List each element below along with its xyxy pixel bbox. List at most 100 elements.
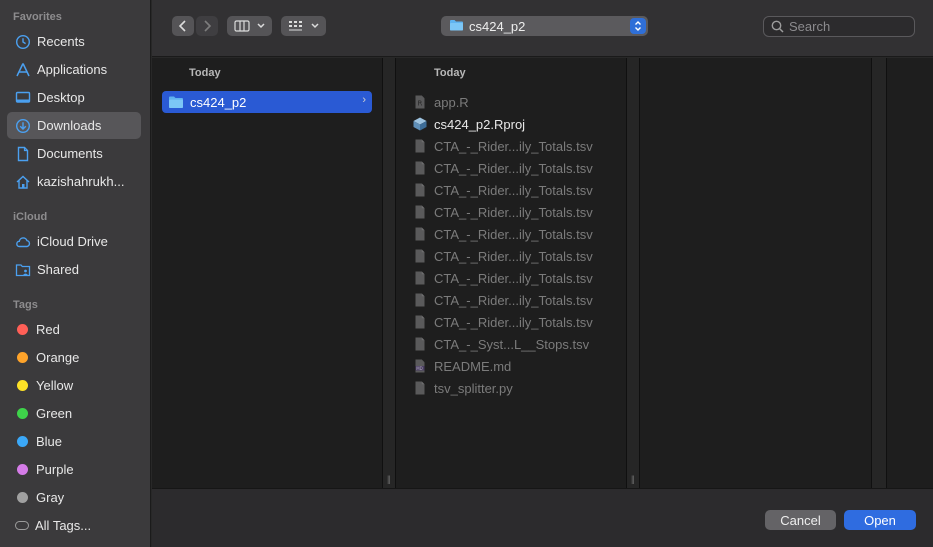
file-row[interactable]: CTA_-_Rider...ily_Totals.tsv <box>412 179 612 201</box>
file-name: cs424_p2 <box>190 94 247 110</box>
file-row[interactable]: cs424_p2.Rproj <box>412 113 612 135</box>
sidebar-item-gray[interactable]: Gray <box>7 484 141 511</box>
file-row[interactable]: CTA_-_Rider...ily_Totals.tsv <box>412 289 612 311</box>
desktop-icon <box>15 90 31 106</box>
tag-color-dot-icon <box>17 436 28 447</box>
chevron-right-icon <box>204 20 212 32</box>
tag-color-dot-icon <box>17 492 28 503</box>
file-row[interactable]: tsv_splitter.py <box>412 377 612 399</box>
search-field[interactable] <box>763 16 915 37</box>
sidebar-item-downloads[interactable]: Downloads <box>7 112 141 139</box>
cloud-icon <box>15 234 31 250</box>
open-file-dialog: Favorites iCloud Tags Recents Application… <box>0 0 933 547</box>
file-name: CTA_-_Rider...ily_Totals.tsv <box>434 138 593 154</box>
column-browser: Today cs424_p2 › || Today Rapp.R cs424_p2.… <box>152 58 933 488</box>
sidebar-item-label: Downloads <box>37 118 102 133</box>
sidebar-item-label: Purple <box>36 462 74 477</box>
sidebar-item-label: Green <box>36 406 73 421</box>
svg-text:R: R <box>418 100 423 108</box>
sidebar-item-green[interactable]: Green <box>7 400 141 427</box>
column-2: Today Rapp.R cs424_p2.Rproj CTA_-_Rider...… <box>396 58 626 488</box>
sidebar-item-documents[interactable]: Documents <box>7 140 141 167</box>
sidebar-item-label: Gray <box>36 490 65 505</box>
file-name: CTA_-_Rider...ily_Totals.tsv <box>434 182 593 198</box>
sidebar-item-recents[interactable]: Recents <box>7 28 141 55</box>
path-popup-label: cs424_p2 <box>469 18 526 34</box>
group-button[interactable] <box>281 16 326 36</box>
chevron-right-icon: › <box>362 94 366 106</box>
sidebar-item-orange[interactable]: Orange <box>7 344 141 371</box>
file-row[interactable]: CTA_-_Rider...ily_Totals.tsv <box>412 201 612 223</box>
file-row[interactable]: CTA_-_Rider...ily_Totals.tsv <box>412 223 612 245</box>
file-row[interactable]: CTA_-_Rider...ily_Totals.tsv <box>412 135 612 157</box>
sidebar: Favorites iCloud Tags Recents Application… <box>0 0 151 547</box>
sidebar-item-label: Documents <box>37 146 103 161</box>
grid-icon <box>288 21 302 31</box>
file-row[interactable]: CTA_-_Rider...ily_Totals.tsv <box>412 157 612 179</box>
view-mode-button[interactable] <box>227 16 272 36</box>
tag-color-dot-icon <box>17 380 28 391</box>
path-popup-button[interactable]: cs424_p2 <box>441 16 648 36</box>
column-resize-handle[interactable]: || <box>626 58 640 488</box>
file-row[interactable]: CTA_-_Rider...ily_Totals.tsv <box>412 245 612 267</box>
bottom-bar: Cancel Open <box>152 488 933 547</box>
tag-color-dot-icon <box>17 324 28 335</box>
sidebar-item-icloud-drive[interactable]: iCloud Drive <box>7 228 141 255</box>
folder-row[interactable]: cs424_p2 › <box>162 91 372 113</box>
toolbar: cs424_p2 <box>152 0 933 57</box>
downloads-icon <box>15 118 31 134</box>
sidebar-item-red[interactable]: Red <box>7 316 141 343</box>
file-icon <box>412 226 428 242</box>
clock-icon <box>15 34 31 50</box>
icloud-section-title: iCloud <box>13 211 48 223</box>
file-icon <box>412 380 428 396</box>
back-button[interactable] <box>172 16 194 36</box>
updown-arrows-icon <box>630 18 646 34</box>
cancel-button[interactable]: Cancel <box>765 510 836 530</box>
file-row[interactable]: CTA_-_Rider...ily_Totals.tsv <box>412 311 612 333</box>
chevron-down-icon <box>256 23 265 29</box>
shared-folder-icon <box>15 262 31 278</box>
file-row[interactable]: CTA_-_Rider...ily_Totals.tsv <box>412 267 612 289</box>
sidebar-item-desktop[interactable]: Desktop <box>7 84 141 111</box>
sidebar-item-label: kazishahrukh... <box>37 174 125 189</box>
folder-icon <box>449 19 464 34</box>
md-file-icon: MD <box>412 358 428 374</box>
sidebar-item-label: Yellow <box>36 378 74 393</box>
file-icon <box>412 204 428 220</box>
chevron-down-icon <box>310 23 319 29</box>
document-icon <box>15 146 31 162</box>
column-resize-handle[interactable]: || <box>382 58 396 488</box>
file-row[interactable]: Rapp.R <box>412 91 612 113</box>
sidebar-item-blue[interactable]: Blue <box>7 428 141 455</box>
sidebar-item-all-tags[interactable]: All Tags... <box>7 512 141 539</box>
open-button[interactable]: Open <box>844 510 916 530</box>
sidebar-item-label: Orange <box>36 350 80 365</box>
file-name: CTA_-_Rider...ily_Totals.tsv <box>434 248 593 264</box>
file-name: CTA_-_Rider...ily_Totals.tsv <box>434 314 593 330</box>
file-name: cs424_p2.Rproj <box>434 116 526 132</box>
sidebar-item-applications[interactable]: Applications <box>7 56 141 83</box>
chevron-left-icon <box>178 20 186 32</box>
tags-section-title: Tags <box>13 299 38 311</box>
column-resize-handle[interactable] <box>871 58 887 488</box>
file-name: README.md <box>434 358 512 374</box>
sidebar-item-yellow[interactable]: Yellow <box>7 372 141 399</box>
sidebar-item-purple[interactable]: Purple <box>7 456 141 483</box>
column-3 <box>640 58 871 488</box>
file-name: tsv_splitter.py <box>434 380 513 396</box>
sidebar-item-shared[interactable]: Shared <box>7 256 141 283</box>
forward-button[interactable] <box>196 16 218 36</box>
file-icon <box>412 138 428 154</box>
sidebar-item-kazishahrukh[interactable]: kazishahrukh... <box>7 168 141 195</box>
column-1: Today cs424_p2 › <box>152 58 382 488</box>
file-row[interactable]: CTA_-_Syst...L__Stops.tsv <box>412 333 612 355</box>
column-header: Today <box>434 67 466 79</box>
sidebar-item-label: All Tags... <box>35 518 92 533</box>
tag-color-dot-icon <box>17 464 28 475</box>
tag-color-dot-icon <box>17 408 28 419</box>
search-input[interactable] <box>789 19 909 34</box>
r-file-icon: R <box>412 94 428 110</box>
sidebar-item-label: Recents <box>37 34 85 49</box>
file-row[interactable]: MD README.md <box>412 355 612 377</box>
